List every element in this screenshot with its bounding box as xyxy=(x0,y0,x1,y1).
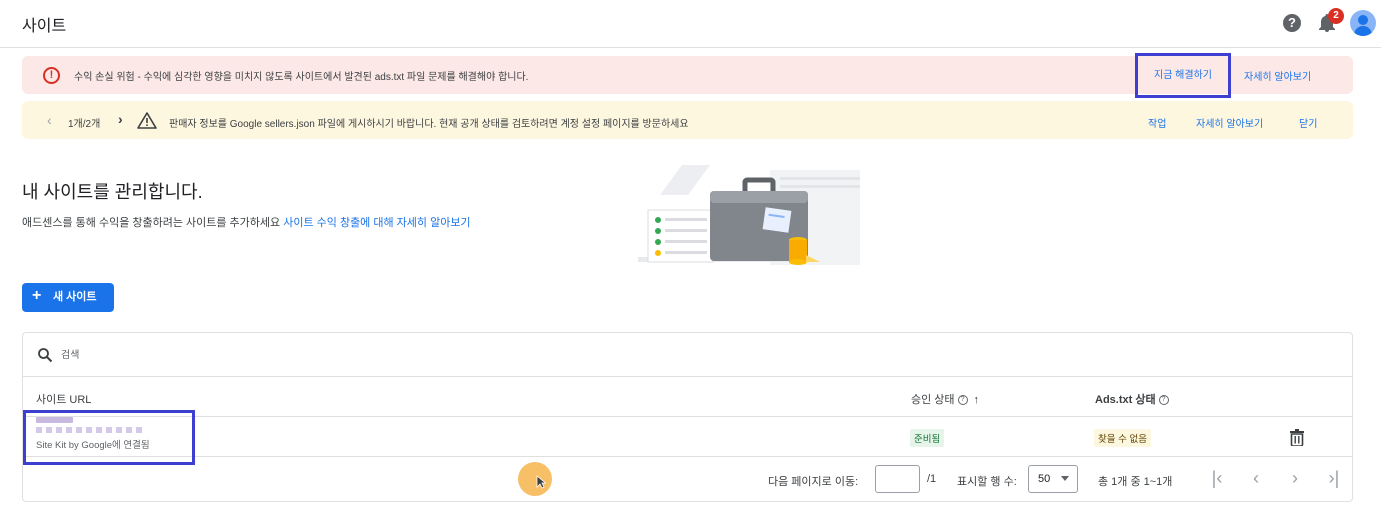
avatar-body xyxy=(1354,26,1372,36)
help-icon[interactable]: ? xyxy=(1283,14,1301,32)
page-title: 사이트 xyxy=(22,18,67,35)
rows-per-page-select[interactable]: 50 xyxy=(1028,465,1078,493)
first-page-icon[interactable]: |‹ xyxy=(1205,467,1229,491)
new-site-label: 새 사이트 xyxy=(53,291,97,303)
column-header-adstxt[interactable]: Ads.txt 상태? xyxy=(1095,391,1169,407)
alert-pager: 1개/2개 xyxy=(68,119,101,130)
section-description: 애드센스를 통해 수익을 창출하려는 사이트를 추가하세요 사이트 수익 창출에… xyxy=(22,214,471,230)
sites-table: 사이트 URL 승인 상태? ↑ Ads.txt 상태? Site Kit by … xyxy=(22,332,1353,502)
action-link[interactable]: 작업 xyxy=(1148,115,1166,130)
section-heading: 내 사이트를 관리합니다. xyxy=(22,182,203,202)
alert-message: 판매자 정보를 Google sellers.json 파일에 게시하시기 바랍… xyxy=(169,119,689,130)
sellers-json-alert: ‹ 1개/2개 › 판매자 정보를 Google sellers.json 파일… xyxy=(22,101,1353,139)
column-header-approval[interactable]: 승인 상태? ↑ xyxy=(911,391,979,407)
goto-page-label: 다음 페이지로 이동: xyxy=(768,476,859,488)
avatar[interactable] xyxy=(1350,10,1376,36)
adstxt-header-label: Ads.txt 상태 xyxy=(1095,394,1156,406)
briefcase-illustration xyxy=(638,165,860,265)
dropdown-caret-icon xyxy=(1061,476,1069,481)
error-icon: ! xyxy=(43,67,60,84)
pagination-bar: 다음 페이지로 이동: /1 표시할 행 수: 50 총 1개 중 1~1개 |… xyxy=(23,457,1352,501)
learn-monetization-link[interactable]: 사이트 수익 창출에 대해 자세히 알아보기 xyxy=(283,217,470,229)
approval-status-badge: 준비됨 xyxy=(910,429,945,447)
previous-page-icon[interactable]: ‹ xyxy=(1244,467,1268,491)
approval-header-label: 승인 상태 xyxy=(911,394,955,406)
chevron-right-icon[interactable]: › xyxy=(118,111,123,127)
redacted-site-url xyxy=(36,417,73,423)
new-site-button[interactable]: + 새 사이트 xyxy=(22,283,114,312)
table-header: 사이트 URL 승인 상태? ↑ Ads.txt 상태? xyxy=(23,377,1352,417)
adstxt-status-badge: 찾을 수 없음 xyxy=(1094,429,1151,447)
last-page-icon[interactable]: ›| xyxy=(1322,467,1346,491)
fix-now-button[interactable]: 지금 해결하기 xyxy=(1135,53,1231,98)
warning-icon xyxy=(137,112,157,129)
trash-icon[interactable] xyxy=(1290,429,1304,446)
redacted-site-url-detail xyxy=(36,427,146,433)
chevron-left-icon[interactable]: ‹ xyxy=(47,112,52,128)
sort-ascending-icon[interactable]: ↑ xyxy=(974,394,980,406)
avatar-head xyxy=(1358,15,1368,25)
search-bar xyxy=(23,333,1352,377)
learn-more-link[interactable]: 자세히 알아보기 xyxy=(1196,115,1263,130)
url-header-label: 사이트 URL xyxy=(36,394,92,406)
search-icon xyxy=(38,348,53,363)
cursor-highlight xyxy=(518,462,552,496)
help-circle-icon[interactable]: ? xyxy=(957,395,968,406)
close-link[interactable]: 닫기 xyxy=(1299,115,1317,130)
description-text: 애드센스를 통해 수익을 창출하려는 사이트를 추가하세요 xyxy=(22,217,281,229)
mouse-pointer-icon xyxy=(536,475,546,489)
total-pages: /1 xyxy=(927,473,937,485)
goto-page-input[interactable] xyxy=(875,465,920,493)
top-bar: 사이트 ? 2 xyxy=(0,0,1381,48)
page-range: 총 1개 중 1~1개 xyxy=(1098,476,1173,488)
rows-per-page-label: 표시할 행 수: xyxy=(957,476,1017,488)
notification-count-badge: 2 xyxy=(1328,8,1344,24)
rows-per-page-value: 50 xyxy=(1038,473,1051,485)
column-header-url[interactable]: 사이트 URL xyxy=(36,391,91,407)
next-page-icon[interactable]: › xyxy=(1283,467,1307,491)
learn-more-link[interactable]: 자세히 알아보기 xyxy=(1244,68,1311,83)
revenue-risk-alert: ! 수익 손실 위험 - 수익에 심각한 영향을 미치지 않도록 사이트에서 발… xyxy=(22,53,1353,98)
alert-message: 수익 손실 위험 - 수익에 심각한 영향을 미치지 않도록 사이트에서 발견된… xyxy=(74,72,529,83)
table-row[interactable]: Site Kit by Google에 연결됨 준비됨 찾을 수 없음 xyxy=(23,410,1352,465)
help-circle-icon[interactable]: ? xyxy=(1158,395,1169,406)
search-input[interactable] xyxy=(61,345,461,365)
sitekit-connection-note: Site Kit by Google에 연결됨 xyxy=(36,440,150,451)
plus-icon: + xyxy=(32,287,42,304)
